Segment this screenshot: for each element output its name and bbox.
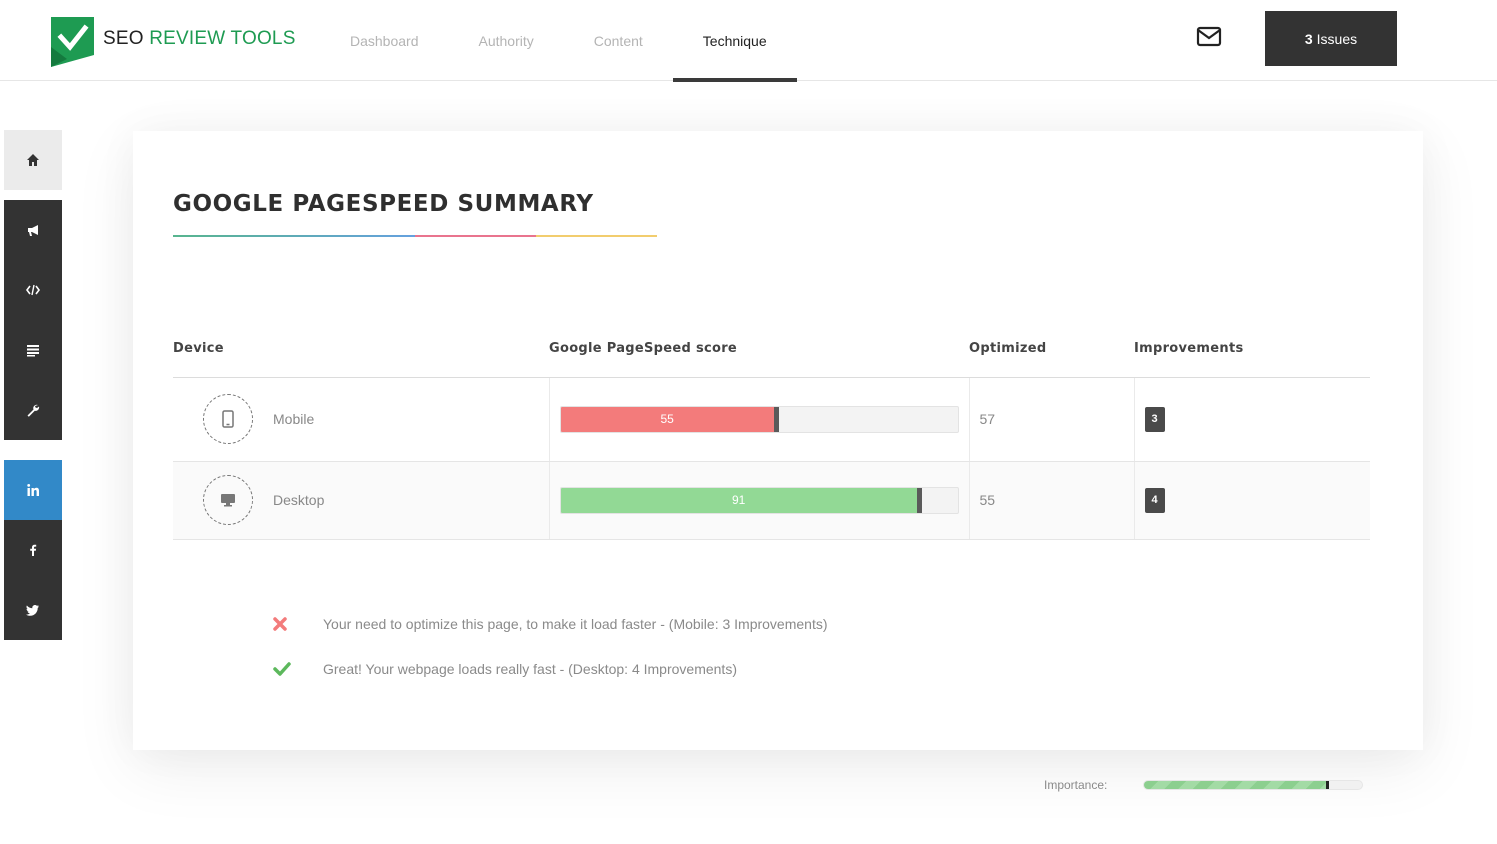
sidebar-twitter[interactable] <box>4 580 62 640</box>
sidebar-home[interactable] <box>4 130 62 190</box>
megaphone-icon <box>28 225 38 236</box>
issues-label: Issues <box>1316 30 1358 47</box>
optimized-value: 57 <box>968 377 1134 462</box>
home-icon <box>27 154 39 166</box>
col-device: Device <box>173 321 549 378</box>
code-icon <box>26 284 40 296</box>
top-header: SEO REVIEW TOOLS Dashboard Authority Con… <box>0 0 1497 82</box>
brand-name: SEO REVIEW TOOLS <box>103 28 296 50</box>
mobile-phone-icon <box>203 394 253 444</box>
pagespeed-card: GOOGLE PAGESPEED SUMMARY Device Google P… <box>133 131 1423 750</box>
nav-authority[interactable]: Authority <box>449 0 564 81</box>
brand-accent: REVIEW TOOLS <box>149 28 296 49</box>
importance-bar-fill <box>1144 781 1330 789</box>
score-bar: 91 <box>559 486 959 514</box>
optimized-value: 55 <box>968 461 1134 540</box>
issues-button[interactable]: 3 Issues <box>1265 11 1397 66</box>
improvements-badge[interactable]: 3 <box>1144 406 1165 432</box>
sidebar-technique[interactable] <box>4 380 62 440</box>
twitter-icon <box>26 605 39 616</box>
improvements-badge[interactable]: 4 <box>1144 487 1165 513</box>
col-score: Google PageSpeed score <box>549 321 969 378</box>
nav-technique[interactable]: Technique <box>672 0 797 82</box>
score-bar-fill: 91 <box>560 487 922 513</box>
col-optimized: Optimized <box>969 321 1134 378</box>
linkedin-icon <box>27 484 39 496</box>
desktop-monitor-icon <box>203 475 253 525</box>
table-row: Desktop 91 55 4 <box>173 461 1370 540</box>
message-fail: Your need to optimize this page, to make… <box>273 601 828 646</box>
checkmark-icon <box>273 661 323 676</box>
issues-count: 3 <box>1304 30 1313 47</box>
card-title: GOOGLE PAGESPEED SUMMARY <box>173 191 594 217</box>
device-name: Desktop <box>273 492 325 508</box>
main-nav: Dashboard Authority Content Technique <box>320 0 797 82</box>
message-pass: Great! Your webpage loads really fast - … <box>273 646 828 691</box>
col-improvements: Improvements <box>1134 321 1370 378</box>
envelope-icon[interactable] <box>1196 26 1222 48</box>
importance-meter: Importance: <box>1044 778 1363 792</box>
sidebar-authority[interactable] <box>4 200 62 260</box>
brand-prefix: SEO <box>103 28 144 49</box>
text-lines-icon <box>27 345 39 357</box>
sidebar-code[interactable] <box>4 260 62 320</box>
pagespeed-table: Device Google PageSpeed score Optimized … <box>173 321 1370 540</box>
table-row: Mobile 55 57 3 <box>173 377 1370 462</box>
score-bar-fill: 55 <box>560 406 779 432</box>
nav-dashboard[interactable]: Dashboard <box>320 0 449 81</box>
sidebar-facebook[interactable] <box>4 520 62 580</box>
brand-logo[interactable]: SEO REVIEW TOOLS <box>51 17 296 67</box>
importance-bar <box>1143 780 1363 790</box>
title-underline <box>173 235 657 237</box>
score-bar: 55 <box>559 405 959 433</box>
nav-content[interactable]: Content <box>564 0 673 81</box>
logo-check-icon <box>51 17 94 67</box>
message-text: Your need to optimize this page, to make… <box>323 615 828 632</box>
facebook-icon <box>30 544 37 556</box>
result-messages: Your need to optimize this page, to make… <box>273 601 828 691</box>
device-name: Mobile <box>273 411 315 427</box>
cross-icon <box>273 616 323 631</box>
sidebar-linkedin[interactable] <box>4 460 62 520</box>
importance-label: Importance: <box>1044 778 1108 792</box>
sidebar-content[interactable] <box>4 320 62 380</box>
message-text: Great! Your webpage loads really fast - … <box>323 660 737 677</box>
wrench-icon <box>27 404 40 417</box>
